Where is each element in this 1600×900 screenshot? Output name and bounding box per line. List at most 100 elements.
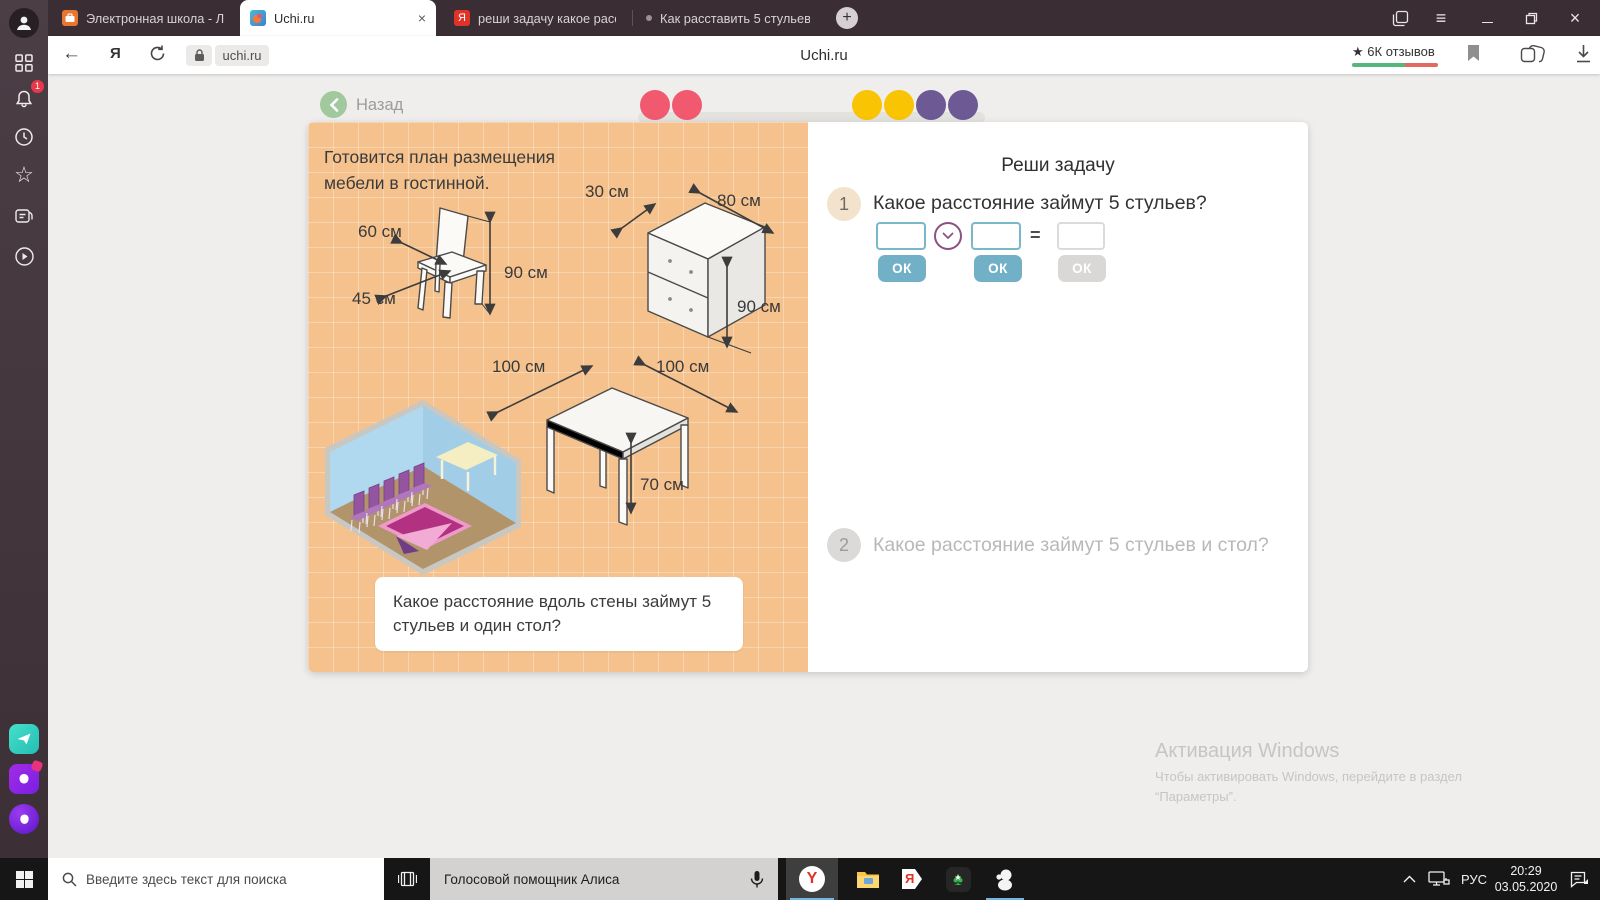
history-clock-icon[interactable] xyxy=(9,122,39,152)
dialogs-app-icon[interactable] xyxy=(9,759,44,794)
question-2-text: Какое расстояние займут 5 стульев и стол… xyxy=(873,534,1269,556)
new-tab-button[interactable]: + xyxy=(836,7,858,29)
answer-input-1[interactable] xyxy=(876,222,926,250)
dim-chair-depth: 45 см xyxy=(352,289,396,308)
star-icon: ★ xyxy=(1352,44,1364,59)
tab-close-icon[interactable]: × xyxy=(418,10,426,26)
apps-grid-icon[interactable] xyxy=(9,48,39,78)
tab-title: Как расставить 5 стульев т xyxy=(660,10,810,26)
notification-badge: 1 xyxy=(31,80,44,93)
dim-dresser-depth: 30 см xyxy=(585,182,629,201)
tab-divider xyxy=(632,10,633,26)
yandex-browser-icon: Y xyxy=(799,866,825,892)
folder-icon xyxy=(857,872,879,888)
dim-chair-width: 60 см xyxy=(358,222,402,241)
notes-icon[interactable] xyxy=(9,201,39,231)
ok-button-2[interactable]: ОК xyxy=(974,255,1022,282)
dot-favicon xyxy=(646,15,652,21)
action-center-icon[interactable] xyxy=(1562,858,1596,900)
user-avatar[interactable] xyxy=(9,8,39,38)
progress-dot-purple-2 xyxy=(948,90,978,120)
dim-dresser-height: 90 см xyxy=(737,297,781,316)
alice-assistant-icon[interactable] xyxy=(9,804,39,834)
tab-how-to-place[interactable]: Как расставить 5 стульев т xyxy=(636,0,828,36)
tray-time: 20:29 xyxy=(1510,863,1542,878)
dim-table-height: 70 см xyxy=(640,475,684,494)
ok-button-3-disabled[interactable]: ОК xyxy=(1058,255,1106,282)
maximize-button[interactable] xyxy=(1514,0,1548,36)
watermark-title: Активация Windows xyxy=(1155,740,1340,762)
tab-title: Электронная школа - Лич xyxy=(86,10,224,26)
yandex-favicon: Я xyxy=(454,10,470,26)
answer-input-2[interactable] xyxy=(971,222,1021,250)
browser-toolbar: ← Я uchi.ru Uchi.ru ★ 6К отзывов xyxy=(48,36,1600,74)
tray-clock[interactable]: 20:29 03.05.2020 xyxy=(1494,858,1558,900)
app-pokerstars[interactable]: ♠ ★ xyxy=(936,858,980,900)
tab-uchi-active[interactable]: Uchi.ru × xyxy=(240,0,436,36)
search-placeholder: Введите здесь текст для поиска xyxy=(86,871,287,887)
progress-dot-red-2 xyxy=(672,90,702,120)
tray-network-icon[interactable] xyxy=(1424,858,1454,900)
progress-dot-yellow-1 xyxy=(852,90,882,120)
dim-dresser-width: 80 см xyxy=(717,191,761,210)
tray-language[interactable]: РУС xyxy=(1456,858,1492,900)
lesson-back-button[interactable] xyxy=(320,91,347,118)
windows-logo-icon xyxy=(15,870,33,888)
panel-title: Реши задачу xyxy=(1001,155,1115,176)
reviews-rating[interactable]: ★ 6К отзывов xyxy=(1352,44,1435,60)
collections-icon[interactable] xyxy=(1520,44,1546,69)
chevron-down-icon xyxy=(942,232,954,240)
minimize-button[interactable] xyxy=(1470,0,1504,36)
progress-dot-yellow-2 xyxy=(884,90,914,120)
close-window-button[interactable]: × xyxy=(1558,0,1592,36)
question-2-number: 2 xyxy=(827,528,861,562)
tab-title: Uchi.ru xyxy=(274,10,315,26)
app-yandex-browser[interactable]: Y xyxy=(786,858,838,900)
app-robot[interactable] xyxy=(982,858,1028,900)
pokerstars-icon: ♠ ★ xyxy=(945,866,971,892)
dim-table-width-right: 100 см xyxy=(656,357,710,376)
start-button[interactable] xyxy=(0,858,48,900)
tray-date: 03.05.2020 xyxy=(1494,880,1558,894)
rating-bar xyxy=(1352,63,1438,67)
lesson-card: Готовится план размещения мебели в гости… xyxy=(308,122,1308,672)
operator-dropdown[interactable] xyxy=(934,222,962,250)
app-file-explorer[interactable] xyxy=(846,858,890,900)
progress-dot-purple-1 xyxy=(916,90,946,120)
notifications-bell-icon[interactable]: 1 xyxy=(9,80,44,114)
task-view-button[interactable] xyxy=(384,858,430,900)
alice-label: Голосовой помощник Алиса xyxy=(444,871,620,887)
ok-button-1[interactable]: ОК xyxy=(878,255,926,282)
browser-menu-icon[interactable]: ≡ xyxy=(1424,0,1458,36)
uchi-favicon xyxy=(250,10,266,26)
question-1-text: Какое расстояние займут 5 стульев? xyxy=(873,192,1207,214)
browser-sidebar: 1 ☆ xyxy=(0,0,48,858)
chevron-left-icon xyxy=(329,97,338,112)
task-view-icon xyxy=(397,871,417,887)
bookmarks-star-icon[interactable]: ☆ xyxy=(9,160,39,190)
hint-question-box: Какое расстояние вдоль стены займут 5 ст… xyxy=(375,577,743,651)
windows-activation-watermark: Активация Windows Чтобы активировать Win… xyxy=(1155,740,1462,805)
alice-assistant-bar[interactable]: Голосовой помощник Алиса xyxy=(430,858,778,900)
search-icon xyxy=(62,872,77,887)
app-yandex-search[interactable]: Я xyxy=(890,858,934,900)
tab-yandex-search[interactable]: Я реши задачу какое рассто xyxy=(444,0,630,36)
messenger-app-icon[interactable] xyxy=(9,724,39,754)
dim-table-width-left: 100 см xyxy=(492,357,546,376)
dim-chair-height: 90 см xyxy=(504,263,548,282)
tab-overview-icon[interactable] xyxy=(1383,0,1417,36)
tab-school[interactable]: Электронная школа - Лич xyxy=(52,0,236,36)
video-play-icon[interactable] xyxy=(9,241,39,271)
taskbar-search-box[interactable]: Введите здесь текст для поиска xyxy=(48,858,384,900)
progress-dot-red-1 xyxy=(640,90,670,120)
microphone-icon xyxy=(750,870,764,887)
answer-input-result[interactable] xyxy=(1057,222,1105,250)
browser-tab-bar: Электронная школа - Лич Uchi.ru × Я реши… xyxy=(0,0,1600,36)
tray-chevron-up-icon[interactable] xyxy=(1396,858,1422,900)
bookmark-flag-icon[interactable] xyxy=(1466,44,1481,68)
equals-sign: = xyxy=(1030,225,1041,245)
download-icon[interactable] xyxy=(1575,44,1592,68)
lesson-back-label[interactable]: Назад xyxy=(356,96,403,115)
task-illustration-panel: Готовится план размещения мебели в гости… xyxy=(308,122,808,672)
room-illustration xyxy=(325,400,521,575)
